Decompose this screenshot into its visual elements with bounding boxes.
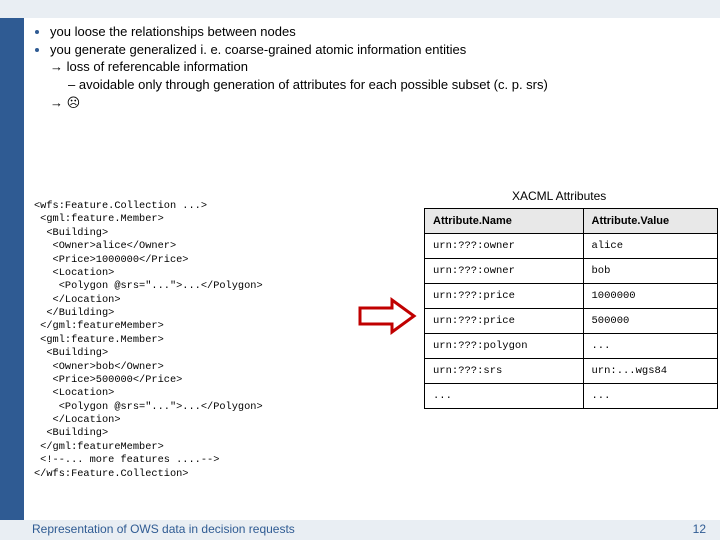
attributes-table: Attribute.Name Attribute.Value urn:???:o… (424, 208, 718, 409)
table-row: ... ... (425, 384, 718, 409)
arrow-icon (358, 296, 418, 336)
table-row: urn:???:srs urn:...wgs84 (425, 359, 718, 384)
header-bar (0, 0, 720, 18)
cell-value: 1000000 (583, 284, 718, 309)
table-row: urn:???:owner bob (425, 259, 718, 284)
table-row: urn:???:polygon ... (425, 334, 718, 359)
cell-value: bob (583, 259, 718, 284)
col-value-header: Attribute.Value (583, 209, 718, 234)
table-row: urn:???:owner alice (425, 234, 718, 259)
cell-value: ... (583, 334, 718, 359)
bullet-list-area: you loose the relationships between node… (34, 24, 714, 113)
table-header-row: Attribute.Name Attribute.Value (425, 209, 718, 234)
table-row: urn:???:price 500000 (425, 309, 718, 334)
table-row: urn:???:price 1000000 (425, 284, 718, 309)
cell-name: urn:???:owner (425, 234, 584, 259)
cell-name: urn:???:price (425, 309, 584, 334)
page-number: 12 (693, 522, 706, 536)
slide: you loose the relationships between node… (0, 0, 720, 540)
bullet-1: you loose the relationships between node… (50, 24, 714, 40)
col-name-header: Attribute.Name (425, 209, 584, 234)
cell-value: 500000 (583, 309, 718, 334)
bullet-2: you generate generalized i. e. coarse-gr… (50, 42, 714, 111)
side-bar (0, 18, 24, 522)
bullet-2-text: you generate generalized i. e. coarse-gr… (50, 42, 466, 57)
table-caption: XACML Attributes (512, 189, 606, 203)
arrow-sad: → ☹ (50, 95, 80, 110)
cell-value: ... (583, 384, 718, 409)
dash-1: avoidable only through generation of att… (68, 77, 714, 93)
loss-line: → loss of referencable information (50, 59, 248, 74)
cell-name: urn:???:srs (425, 359, 584, 384)
cell-name: urn:???:price (425, 284, 584, 309)
footer-title: Representation of OWS data in decision r… (32, 522, 295, 536)
xml-code-block: <wfs:Feature.Collection ...> <gml:featur… (34, 200, 350, 481)
cell-name: urn:???:owner (425, 259, 584, 284)
cell-name: urn:???:polygon (425, 334, 584, 359)
lower-area: <wfs:Feature.Collection ...> <gml:featur… (34, 188, 710, 494)
cell-value: urn:...wgs84 (583, 359, 718, 384)
cell-value: alice (583, 234, 718, 259)
cell-name: ... (425, 384, 584, 409)
